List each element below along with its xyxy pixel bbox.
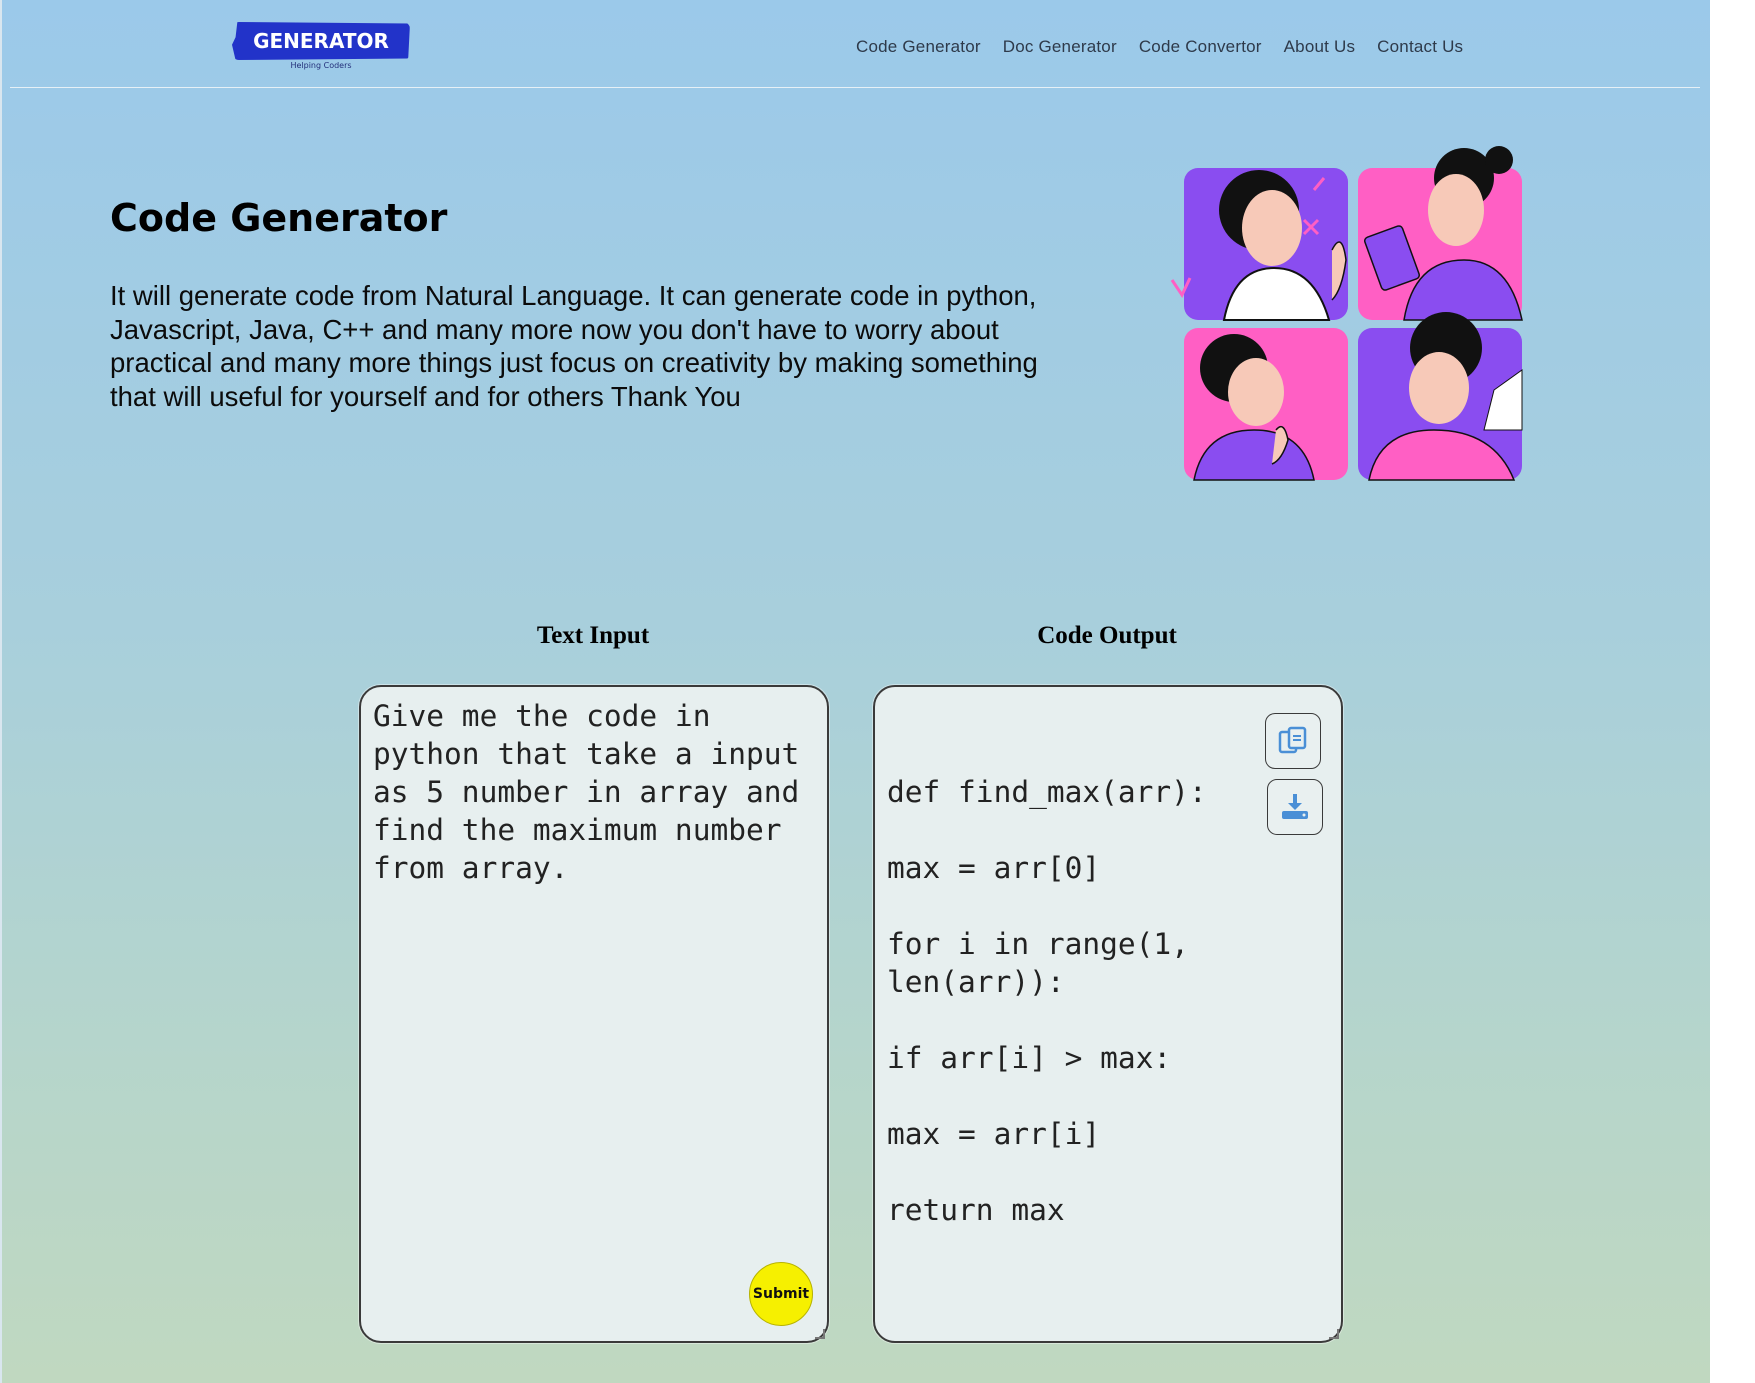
nav-code-generator[interactable]: Code Generator [856, 37, 981, 57]
text-input-panel[interactable]: Give me the code in python that take a i… [359, 685, 829, 1343]
nav-contact-us[interactable]: Contact Us [1377, 37, 1463, 57]
logo-title: GENERATOR [232, 22, 410, 60]
copy-button[interactable] [1265, 713, 1321, 769]
submit-button[interactable]: Submit [749, 1262, 813, 1326]
resize-handle[interactable] [1329, 1329, 1339, 1339]
main-nav: Code Generator Doc Generator Code Conver… [856, 37, 1463, 57]
nav-about-us[interactable]: About Us [1284, 37, 1356, 57]
code-line: return max [887, 1193, 1065, 1227]
code-line: max = arr[i] [887, 1117, 1101, 1151]
code-output-text: def find_max(arr): max = arr[0] for i in… [887, 773, 1317, 1267]
hero-description: It will generate code from Natural Langu… [110, 280, 1038, 412]
text-input-field[interactable]: Give me the code in python that take a i… [373, 697, 813, 887]
page: GENERATOR Helping Coders Code Generator … [0, 0, 1710, 1383]
nav-code-convertor[interactable]: Code Convertor [1139, 37, 1262, 57]
code-line: if arr[i] > max: [887, 1041, 1172, 1075]
code-line: max = arr[0] [887, 851, 1101, 885]
logo-tagline: Helping Coders [290, 61, 352, 70]
code-line: for i in range(1, len(arr)): [887, 927, 1207, 999]
team-illustration [1170, 146, 1523, 481]
resize-handle[interactable] [815, 1329, 825, 1339]
page-title: Code Generator [110, 196, 448, 240]
site-header: GENERATOR Helping Coders Code Generator … [10, 0, 1700, 88]
code-output-label: Code Output [1037, 622, 1177, 649]
code-output-panel: def find_max(arr): max = arr[0] for i in… [873, 685, 1343, 1343]
logo[interactable]: GENERATOR Helping Coders [232, 22, 410, 74]
copy-icon [1278, 726, 1307, 754]
text-input-label: Text Input [536, 622, 650, 649]
code-line: def find_max(arr): [887, 775, 1207, 809]
nav-doc-generator[interactable]: Doc Generator [1003, 37, 1117, 57]
